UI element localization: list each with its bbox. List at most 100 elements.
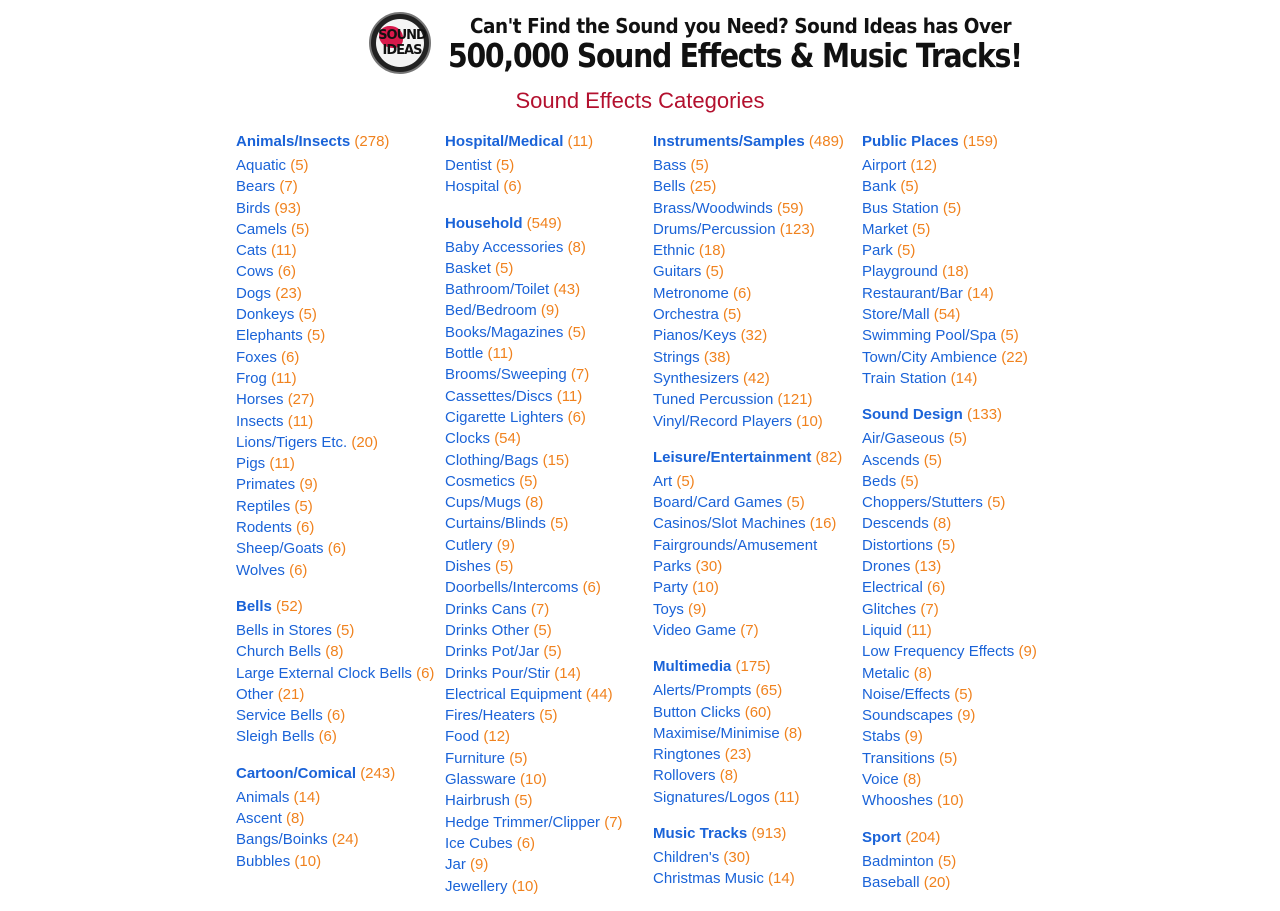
subcategory-link[interactable]: Frog (11) [236, 368, 436, 389]
subcategory-link[interactable]: Service Bells (6) [236, 705, 436, 726]
subcategory-link[interactable]: Clocks (54) [445, 428, 645, 449]
category-heading[interactable]: Sport (204) [862, 826, 1062, 849]
subcategory-link[interactable]: Bathroom/Toilet (43) [445, 279, 645, 300]
subcategory-link[interactable]: Train Station (14) [862, 368, 1062, 389]
subcategory-link[interactable]: Metalic (8) [862, 663, 1062, 684]
subcategory-link[interactable]: Alerts/Prompts (65) [653, 680, 853, 701]
subcategory-link[interactable]: Doorbells/Intercoms (6) [445, 577, 645, 598]
subcategory-link[interactable]: Ethnic (18) [653, 240, 853, 261]
subcategory-link[interactable]: Cigarette Lighters (6) [445, 407, 645, 428]
subcategory-link[interactable]: Jar (9) [445, 854, 645, 875]
subcategory-link[interactable]: Park (5) [862, 240, 1062, 261]
category-heading[interactable]: Leisure/Entertainment (82) [653, 446, 853, 469]
subcategory-link[interactable]: Horses (27) [236, 389, 436, 410]
category-heading[interactable]: Hospital/Medical (11) [445, 130, 645, 153]
subcategory-link[interactable]: Dishes (5) [445, 556, 645, 577]
subcategory-link[interactable]: Furniture (5) [445, 748, 645, 769]
subcategory-link[interactable]: Glitches (7) [862, 599, 1062, 620]
subcategory-link[interactable]: Badminton (5) [862, 851, 1062, 872]
subcategory-link[interactable]: Cats (11) [236, 240, 436, 261]
category-heading[interactable]: Sound Design (133) [862, 403, 1062, 426]
subcategory-link[interactable]: Rodents (6) [236, 517, 436, 538]
subcategory-link[interactable]: Descends (8) [862, 513, 1062, 534]
subcategory-link[interactable]: Clothing/Bags (15) [445, 450, 645, 471]
subcategory-link[interactable]: Camels (5) [236, 219, 436, 240]
category-heading[interactable]: Bells (52) [236, 595, 436, 618]
subcategory-link[interactable]: Pianos/Keys (32) [653, 325, 853, 346]
subcategory-link[interactable]: Large External Clock Bells (6) [236, 663, 436, 684]
subcategory-link[interactable]: Video Game (7) [653, 620, 853, 641]
subcategory-link[interactable]: Liquid (11) [862, 620, 1062, 641]
subcategory-link[interactable]: Dogs (23) [236, 283, 436, 304]
subcategory-link[interactable]: Bells in Stores (5) [236, 620, 436, 641]
category-heading[interactable]: Multimedia (175) [653, 655, 853, 678]
subcategory-link[interactable]: Donkeys (5) [236, 304, 436, 325]
subcategory-link[interactable]: Maximise/Minimise (8) [653, 723, 853, 744]
subcategory-link[interactable]: Brass/Woodwinds (59) [653, 198, 853, 219]
subcategory-link[interactable]: Restaurant/Bar (14) [862, 283, 1062, 304]
subcategory-link[interactable]: Guitars (5) [653, 261, 853, 282]
subcategory-link[interactable]: Drinks Other (5) [445, 620, 645, 641]
subcategory-link[interactable]: Animals (14) [236, 787, 436, 808]
subcategory-link[interactable]: Drums/Percussion (123) [653, 219, 853, 240]
subcategory-link[interactable]: Aquatic (5) [236, 155, 436, 176]
subcategory-link[interactable]: Airport (12) [862, 155, 1062, 176]
subcategory-link[interactable]: Stabs (9) [862, 726, 1062, 747]
subcategory-link[interactable]: Fires/Heaters (5) [445, 705, 645, 726]
subcategory-link[interactable]: Hedge Trimmer/Clipper (7) [445, 812, 645, 833]
subcategory-link[interactable]: Art (5) [653, 471, 853, 492]
subcategory-link[interactable]: Whooshes (10) [862, 790, 1062, 811]
subcategory-link[interactable]: Elephants (5) [236, 325, 436, 346]
subcategory-link[interactable]: Distortions (5) [862, 535, 1062, 556]
subcategory-link[interactable]: Ascent (8) [236, 808, 436, 829]
subcategory-link[interactable]: Vinyl/Record Players (10) [653, 411, 853, 432]
subcategory-link[interactable]: Jewellery (10) [445, 876, 645, 897]
subcategory-link[interactable]: Bus Station (5) [862, 198, 1062, 219]
subcategory-link[interactable]: Playground (18) [862, 261, 1062, 282]
subcategory-link[interactable]: Orchestra (5) [653, 304, 853, 325]
subcategory-link[interactable]: Tuned Percussion (121) [653, 389, 853, 410]
subcategory-link[interactable]: Voice (8) [862, 769, 1062, 790]
subcategory-link[interactable]: Swimming Pool/Spa (5) [862, 325, 1062, 346]
subcategory-link[interactable]: Toys (9) [653, 599, 853, 620]
category-heading[interactable]: Household (549) [445, 212, 645, 235]
subcategory-link[interactable]: Sleigh Bells (6) [236, 726, 436, 747]
category-heading[interactable]: Public Places (159) [862, 130, 1062, 153]
subcategory-link[interactable]: Children's (30) [653, 847, 853, 868]
subcategory-link[interactable]: Store/Mall (54) [862, 304, 1062, 325]
subcategory-link[interactable]: Electrical Equipment (44) [445, 684, 645, 705]
subcategory-link[interactable]: Rollovers (8) [653, 765, 853, 786]
subcategory-link[interactable]: Insects (11) [236, 411, 436, 432]
subcategory-link[interactable]: Sheep/Goats (6) [236, 538, 436, 559]
subcategory-link[interactable]: Casinos/Slot Machines (16) [653, 513, 853, 534]
category-heading[interactable]: Animals/Insects (278) [236, 130, 436, 153]
subcategory-link[interactable]: Drinks Pour/Stir (14) [445, 663, 645, 684]
subcategory-link[interactable]: Beds (5) [862, 471, 1062, 492]
subcategory-link[interactable]: Ice Cubes (6) [445, 833, 645, 854]
subcategory-link[interactable]: Bells (25) [653, 176, 853, 197]
subcategory-link[interactable]: Bass (5) [653, 155, 853, 176]
subcategory-link[interactable]: Books/Magazines (5) [445, 322, 645, 343]
subcategory-link[interactable]: Cosmetics (5) [445, 471, 645, 492]
subcategory-link[interactable]: Baseball (20) [862, 872, 1062, 893]
subcategory-link[interactable]: Bears (7) [236, 176, 436, 197]
subcategory-link[interactable]: Basket (5) [445, 258, 645, 279]
subcategory-link[interactable]: Hairbrush (5) [445, 790, 645, 811]
subcategory-link[interactable]: Church Bells (8) [236, 641, 436, 662]
subcategory-link[interactable]: Synthesizers (42) [653, 368, 853, 389]
subcategory-link[interactable]: Hospital (6) [445, 176, 645, 197]
subcategory-link[interactable]: Wolves (6) [236, 560, 436, 581]
subcategory-link[interactable]: Party (10) [653, 577, 853, 598]
subcategory-link[interactable]: Glassware (10) [445, 769, 645, 790]
subcategory-link[interactable]: Drinks Cans (7) [445, 599, 645, 620]
subcategory-link[interactable]: Lions/Tigers Etc. (20) [236, 432, 436, 453]
subcategory-link[interactable]: Choppers/Stutters (5) [862, 492, 1062, 513]
subcategory-link[interactable]: Dentist (5) [445, 155, 645, 176]
subcategory-link[interactable]: Noise/Effects (5) [862, 684, 1062, 705]
subcategory-link[interactable]: Other (21) [236, 684, 436, 705]
subcategory-link[interactable]: Soundscapes (9) [862, 705, 1062, 726]
subcategory-link[interactable]: Cassettes/Discs (11) [445, 386, 645, 407]
subcategory-link[interactable]: Fairgrounds/Amusement Parks (30) [653, 535, 853, 578]
category-heading[interactable]: Cartoon/Comical (243) [236, 762, 436, 785]
subcategory-link[interactable]: Market (5) [862, 219, 1062, 240]
